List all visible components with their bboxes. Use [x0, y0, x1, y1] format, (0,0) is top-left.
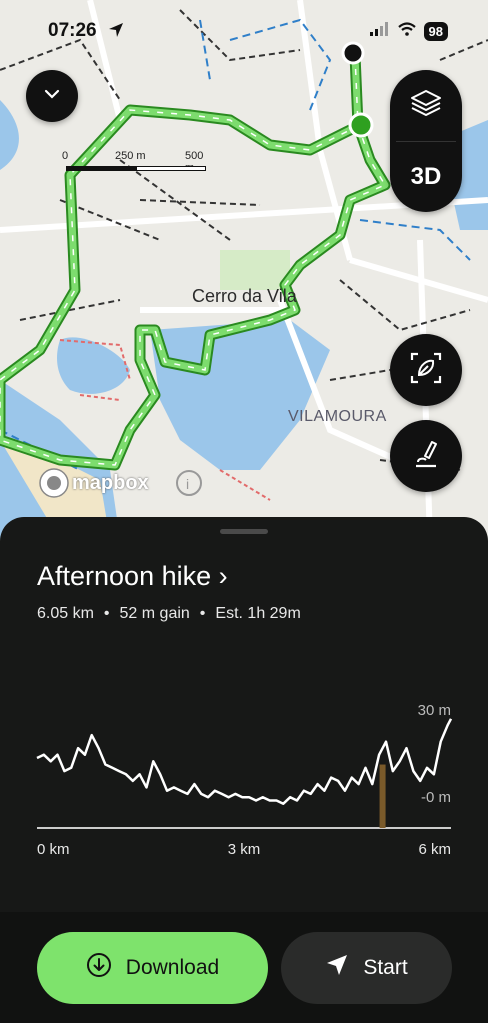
- chevron-down-icon: [43, 87, 61, 105]
- three-d-button[interactable]: 3D: [390, 141, 462, 212]
- elevation-line: [36, 718, 453, 805]
- sheet-grabber[interactable]: [220, 529, 268, 534]
- wifi-icon: [397, 22, 416, 41]
- route-detail-sheet: Afternoon hike › 6.05 km • 52 m gain • E…: [0, 517, 488, 1023]
- draw-route-button[interactable]: [390, 420, 462, 492]
- x-tick-label: 0 km: [37, 841, 70, 858]
- y-tick-label: 30 m: [418, 702, 451, 719]
- elevation-chart[interactable]: 0 km 3 km 6 km 30 m -0 m: [0, 687, 488, 867]
- layers-button[interactable]: [390, 70, 462, 141]
- download-label: Download: [125, 956, 220, 979]
- status-time: 07:26: [48, 20, 97, 41]
- route-time-estimate: Est. 1h 29m: [215, 605, 301, 622]
- svg-text:i: i: [186, 476, 189, 492]
- x-tick-label: 3 km: [228, 841, 261, 858]
- download-button[interactable]: Download: [37, 932, 268, 1004]
- route-elevation-gain: 52 m gain: [119, 605, 190, 622]
- action-bar: Download Start: [0, 912, 488, 1023]
- x-tick-label: 6 km: [418, 841, 451, 858]
- elevation-chart-svg: 0 km 3 km 6 km 30 m -0 m: [36, 702, 453, 858]
- route-title[interactable]: Afternoon hike ›: [37, 561, 228, 592]
- pen-draw-icon: [408, 436, 444, 477]
- navigation-arrow-icon: [325, 953, 349, 983]
- download-icon: [86, 952, 112, 984]
- recenter-button[interactable]: [390, 334, 462, 406]
- scale-zero-label: 0: [62, 150, 69, 162]
- start-label: Start: [363, 956, 408, 979]
- layers-icon: [409, 88, 443, 123]
- status-bar: 07:26 98: [0, 0, 488, 60]
- route-stats: 6.05 km • 52 m gain • Est. 1h 29m: [37, 605, 301, 622]
- route-start-marker: [348, 112, 374, 138]
- map-district-label: VILAMOURA: [288, 408, 387, 425]
- status-right-group: 98: [369, 22, 448, 41]
- scale-mid-label: 250 m: [115, 150, 146, 162]
- focus-route-icon: [408, 350, 444, 391]
- start-button[interactable]: Start: [281, 932, 452, 1004]
- y-tick-label: -0 m: [421, 789, 451, 806]
- map-scale-bar: 0 250 m 500 m: [60, 150, 210, 180]
- battery-indicator: 98: [423, 22, 448, 41]
- signal-icon: [369, 22, 390, 41]
- location-arrow-icon: [108, 22, 124, 43]
- position-marker: [379, 764, 386, 828]
- route-distance: 6.05 km: [37, 605, 94, 622]
- collapse-button[interactable]: [26, 70, 78, 122]
- map-controls-stack: 3D: [390, 70, 462, 212]
- map-place-label: Cerro da Vila: [192, 286, 297, 306]
- mapbox-attribution: mapbox: [72, 472, 149, 494]
